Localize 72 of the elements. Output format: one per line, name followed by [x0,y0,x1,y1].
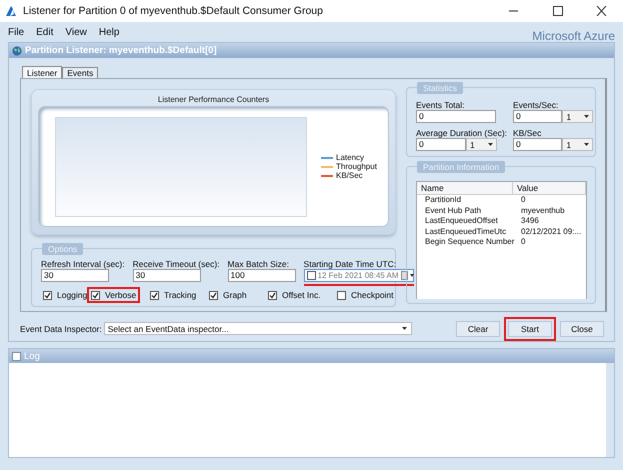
log-icon [12,352,21,360]
input-field[interactable]: 0 [513,138,562,151]
menu-item[interactable]: Edit [36,26,54,38]
checkbox[interactable]: Offset Inc. [266,289,323,301]
caret-icon [402,327,407,330]
close-icon[interactable] [596,6,606,16]
table-cell-text: LastEnqueuedOffset [424,216,499,226]
caret-icon [584,115,589,118]
checkbox[interactable]: Verbose [89,289,138,301]
caret-icon [488,143,493,146]
group-title: Statistics [417,82,464,94]
check-icon [92,292,99,298]
input-field[interactable]: 30 [41,269,109,282]
table-cell-text: Begin Sequence Number [424,237,513,248]
field-label: Event Data Inspector: [20,324,102,334]
field-label: Receive Timeout (sec): [132,259,220,269]
dropdown[interactable]: 1 [466,138,497,151]
input-field[interactable]: 100 [228,269,296,282]
maximize-icon[interactable] [552,6,562,16]
dropdown[interactable]: 1 [562,110,593,123]
table-cell-text: Event Hub Path [424,206,482,216]
field-label: Events/Sec: [513,100,560,110]
menu-item[interactable]: View [65,26,87,38]
input-field[interactable]: 0 [513,110,562,123]
check-icon [151,292,158,298]
table-cell-text: 3496 [520,216,540,226]
table-cell-text: 02/12/2021 09:... [520,226,582,237]
checkbox[interactable]: Graph [207,289,249,301]
calendar-icon[interactable] [400,271,414,280]
checkbox[interactable]: Logging [41,289,90,301]
field-label: Max Batch Size: [228,259,290,269]
panel-title: Partition Listener: myeventhub.$Default[0] [25,45,217,56]
table-cell-text: 0 [520,237,526,248]
table-cell-text: 0 [520,195,526,206]
globe-icon [12,46,22,56]
column-header[interactable]: Value [513,182,586,194]
field-label: Starting Date Time UTC: [304,259,398,269]
dropdown[interactable]: Select an EventData inspector... [104,322,412,335]
legend-label: KB/Sec [336,171,363,180]
app-logo-icon [6,6,18,16]
caret-icon [584,143,589,146]
checkbox[interactable]: Checkpoint [335,289,396,301]
dropdown[interactable]: 1 [562,138,593,151]
check-icon [210,292,217,298]
field-label: Average Duration (Sec): [416,128,504,138]
window-title: Listener for Partition 0 of myeventhub.$Default Consumer Group [23,5,324,17]
chart-title: Listener Performance Counters [156,94,270,106]
input-field[interactable]: 30 [132,269,201,282]
table-cell-text: myeventhub [520,206,566,216]
tab[interactable]: Events [62,67,98,78]
brand-label: Microsoft Azure [532,29,615,43]
group-title: Partition Information [417,161,506,173]
input-field[interactable]: 0 [416,138,466,151]
legend-label: Throughput [336,162,377,171]
field-label: Events Total: [416,100,466,110]
log-title: Log [24,350,40,362]
legend-label: Latency [336,153,364,162]
field-label: Refresh Interval (sec): [41,259,125,269]
check-icon [44,292,51,298]
input-field[interactable]: 0 [416,110,496,123]
menu-item[interactable]: Help [98,26,120,38]
field-label: KB/Sec [513,128,542,138]
checkbox[interactable]: Tracking [148,289,198,301]
column-header[interactable]: Name [417,182,513,194]
tab[interactable]: Listener [22,66,62,78]
table-cell-text: PartitionId [424,195,462,206]
button[interactable]: Clear [456,320,500,336]
group-title: Options [42,243,84,255]
menu-item[interactable]: File [8,26,24,38]
check-icon [269,292,276,298]
table-cell-text: LastEnqueuedTimeUtc [424,226,508,237]
button[interactable]: Close [560,320,604,336]
